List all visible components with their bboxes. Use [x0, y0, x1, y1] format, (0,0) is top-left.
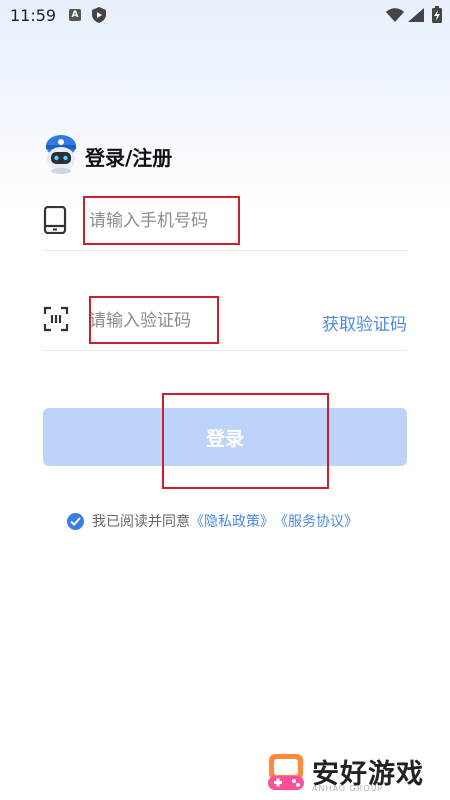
- get-code-button[interactable]: 获取验证码: [322, 310, 407, 335]
- battery-icon: [432, 6, 442, 23]
- privacy-policy-link[interactable]: 《隐私政策》: [190, 511, 274, 531]
- agreement-row: 我已阅读并同意 《隐私政策》 《服务协议》: [67, 511, 358, 531]
- code-field-row: 获取验证码: [43, 290, 407, 351]
- agree-checkbox[interactable]: [67, 512, 84, 530]
- watermark: 安好游戏 ANHAO GROUP: [266, 750, 424, 793]
- phone-field-row: [43, 190, 407, 251]
- agreement-text: 我已阅读并同意: [92, 514, 190, 530]
- signal-icon: [408, 8, 424, 22]
- verification-code-input[interactable]: [87, 306, 291, 336]
- phone-icon: [43, 206, 67, 234]
- check-icon: [70, 516, 81, 526]
- status-bar: 11:59 A: [0, 0, 450, 34]
- verification-code-icon: [43, 306, 69, 332]
- watermark-subtext: ANHAO GROUP: [312, 784, 384, 793]
- gamepad-logo-icon: [268, 754, 304, 790]
- login-button[interactable]: 登录: [43, 408, 407, 466]
- robot-mascot-icon: [46, 135, 76, 174]
- wifi-icon: [386, 8, 404, 22]
- notification-a-icon: A: [69, 9, 81, 21]
- status-time: 11:59: [10, 6, 57, 25]
- shield-icon: [92, 7, 106, 23]
- service-agreement-link[interactable]: 《服务协议》: [274, 511, 358, 531]
- phone-input[interactable]: [87, 206, 311, 236]
- page-title: 登录/注册: [85, 146, 173, 170]
